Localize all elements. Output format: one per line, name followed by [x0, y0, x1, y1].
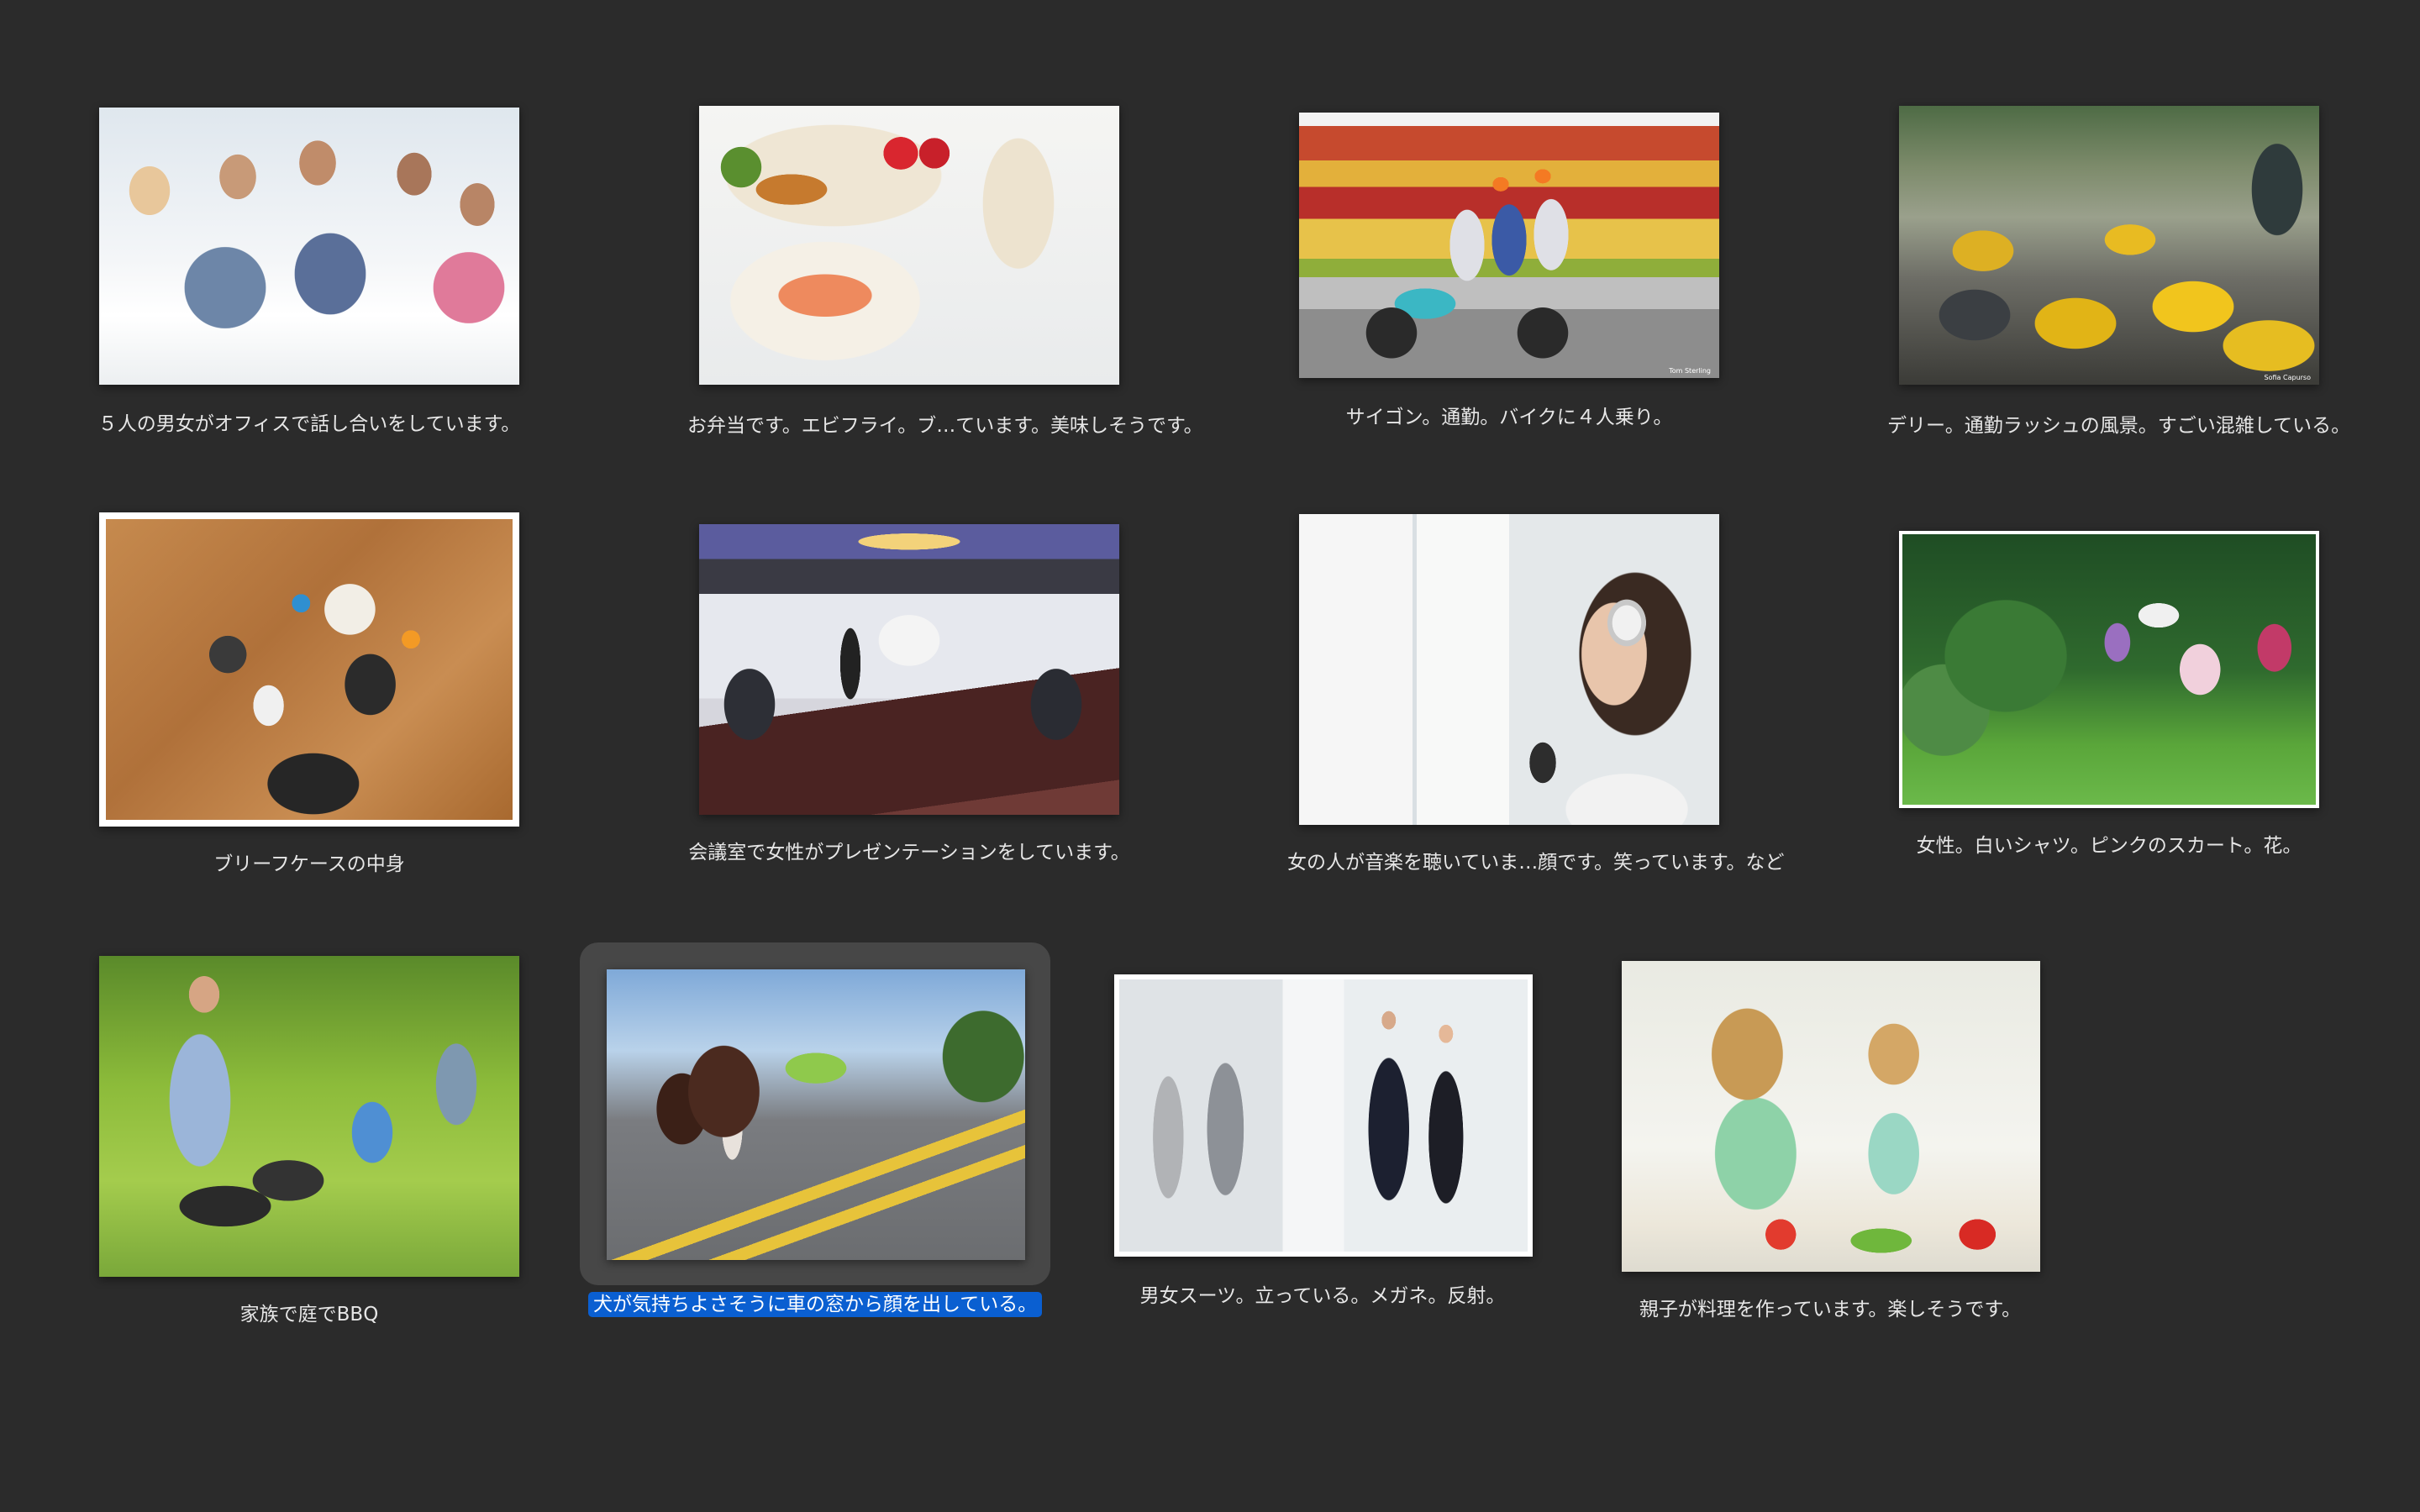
caption[interactable]: ５人の男女がオフィスで話し合いをしています。: [82, 412, 536, 437]
thumbnail[interactable]: [99, 108, 519, 385]
thumbnail[interactable]: Sofia Capurso: [1899, 106, 2319, 385]
briefcase-photo: [106, 519, 513, 820]
photo-credit: Sofia Capurso: [2264, 374, 2311, 381]
caption-text: ５人の男女がオフィスで話し合いをしています。: [97, 413, 521, 435]
delhi-photo: [1899, 106, 2319, 385]
caption-text: ブリーフケースの中身: [213, 853, 405, 875]
bbq-photo: [99, 956, 519, 1277]
caption[interactable]: 男女スーツ。立っている。メガネ。反射。: [1096, 1284, 1549, 1309]
cooking-photo: [1622, 961, 2040, 1272]
caption[interactable]: ブリーフケースの中身: [82, 852, 536, 877]
caption[interactable]: お弁当です。エビフライ。ブ…ています。美味しそうです。: [682, 413, 1203, 438]
caption[interactable]: 女の人が音楽を聴いていま…顔です。笑っています。など: [1282, 850, 1785, 875]
saigon-photo: [1299, 113, 1719, 378]
photo-credit: Tom Sterling: [1669, 367, 1711, 375]
caption[interactable]: 会議室で女性がプレゼンテーションをしています。: [682, 840, 1136, 865]
caption[interactable]: 女性。白いシャツ。ピンクのスカート。花。: [1882, 833, 2336, 858]
caption-text: 女の人が音楽を聴いていま…顔です。笑っています。など: [1287, 852, 1785, 874]
caption-text: 犬が気持ちよさそうに車の窓から顔を出している。: [588, 1292, 1043, 1317]
thumbnail[interactable]: [1114, 974, 1533, 1257]
thumbnail[interactable]: Tom Sterling: [1299, 113, 1719, 378]
caption-text: サイゴン。通勤。バイクに４人乗り。: [1345, 407, 1673, 428]
caption[interactable]: 犬が気持ちよさそうに車の窓から顔を出している。: [588, 1292, 1043, 1317]
office-meeting-photo: [99, 108, 519, 385]
caption-text: 会議室で女性がプレゼンテーションをしています。: [688, 842, 1130, 864]
suits-photo: [1119, 979, 1528, 1252]
garden-photo: [1902, 534, 2316, 805]
caption[interactable]: 親子が料理を作っています。楽しそうです。: [1603, 1297, 2057, 1322]
caption-text: 親子が料理を作っています。楽しそうです。: [1639, 1299, 2022, 1320]
bento-photo: [699, 106, 1119, 385]
caption-text: 女性。白いシャツ。ピンクのスカート。花。: [1916, 835, 2302, 857]
thumbnail[interactable]: [99, 512, 519, 827]
dog-photo: [607, 969, 1025, 1260]
thumbnail[interactable]: [699, 106, 1119, 385]
caption[interactable]: サイゴン。通勤。バイクに４人乗り。: [1282, 405, 1736, 430]
image-gallery: ５人の男女がオフィスで話し合いをしています。 お弁当です。エビフライ。ブ…ていま…: [0, 0, 2420, 1512]
thumbnail[interactable]: [1299, 514, 1719, 825]
thumbnail[interactable]: [1899, 531, 2319, 808]
thumbnail[interactable]: [1622, 961, 2040, 1272]
caption[interactable]: デリー。通勤ラッシュの風景。すごい混雑している。: [1882, 413, 2350, 438]
caption-text: デリー。通勤ラッシュの風景。すごい混雑している。: [1887, 415, 2351, 437]
thumbnail[interactable]: [607, 969, 1025, 1260]
thumbnail[interactable]: [99, 956, 519, 1277]
caption[interactable]: 家族で庭でBBQ: [82, 1302, 536, 1327]
caption-text: お弁当です。エビフライ。ブ…ています。美味しそうです。: [687, 415, 1203, 437]
caption-text: 家族で庭でBBQ: [239, 1304, 379, 1326]
music-photo: [1299, 514, 1719, 825]
caption-text: 男女スーツ。立っている。メガネ。反射。: [1139, 1285, 1506, 1307]
thumbnail[interactable]: [699, 524, 1119, 815]
conference-photo: [699, 524, 1119, 815]
